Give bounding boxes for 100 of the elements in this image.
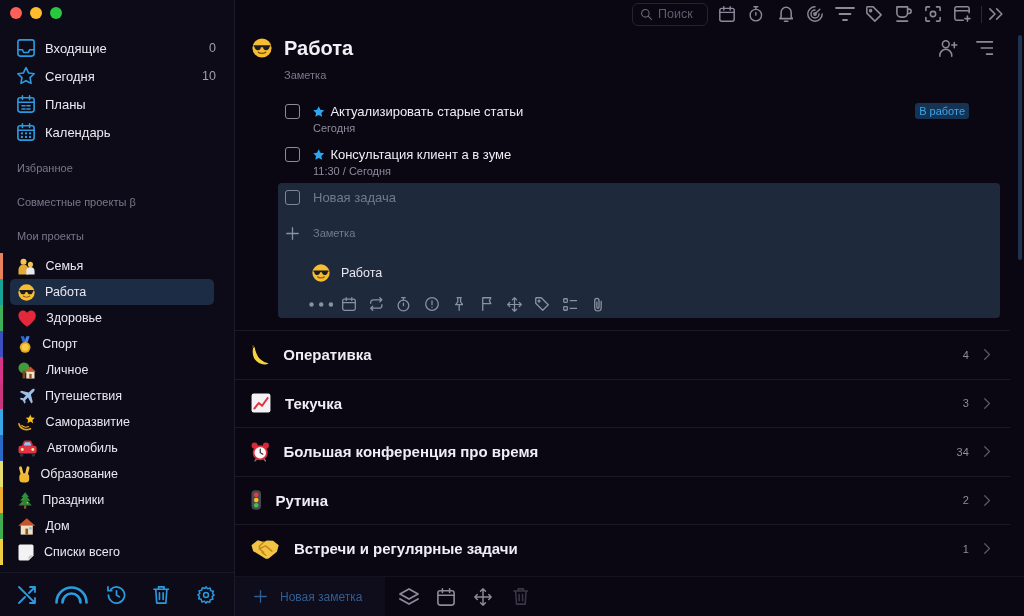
checkbox[interactable] [285,103,300,119]
bell-icon[interactable] [778,6,793,22]
inbox-icon [17,39,35,57]
plus-icon[interactable] [286,226,299,240]
history-icon[interactable] [107,585,126,604]
chevron-right-icon [983,543,990,555]
calendar-icon[interactable] [436,587,455,606]
victory-hand-icon [18,465,31,483]
sidebar-item[interactable]: Календарь [10,118,222,146]
filter-icon[interactable] [834,6,855,22]
scan-icon[interactable] [925,6,942,22]
chevron-right-icon [983,349,990,361]
sidebar-item[interactable]: Сегодня 10 [10,62,222,90]
sort-icon[interactable] [975,41,993,55]
calendar-icon [17,95,35,113]
item-count: 34 [956,445,969,458]
item-count: 3 [962,397,969,410]
double-chevron-icon[interactable] [989,8,1004,20]
project-item[interactable]: Списки всего [10,539,214,565]
section-heading: Совместные проекты β [17,196,136,208]
chevron-right-icon [983,397,990,409]
note-field[interactable]: Заметка [284,67,544,83]
heart-icon [18,309,37,327]
house-icon [18,517,36,535]
exclamation-circle-icon[interactable] [424,297,439,311]
task-date: 11:30 / Сегодня [313,164,392,178]
project-item[interactable]: Дом [10,513,214,539]
zoom-button[interactable] [50,7,62,19]
airplane-icon [18,387,35,405]
traffic-light-icon [251,490,262,511]
project-item[interactable]: Здоровье [10,305,214,331]
section-row[interactable]: Оперативка 4 [235,330,1010,379]
project-title: Работа [284,36,354,61]
sunglasses-face-icon [18,283,35,301]
radar-icon[interactable] [807,6,824,22]
plus-icon [254,590,267,603]
pin-icon[interactable] [455,297,464,311]
move-icon[interactable] [474,587,493,606]
ellipsis-icon[interactable] [308,301,334,307]
item-count: 0 [209,41,216,55]
search-field[interactable]: Поиск [632,2,708,26]
project-item[interactable]: Саморазвитие [10,409,214,435]
flag-icon[interactable] [481,297,493,311]
settings-icon[interactable] [196,585,215,604]
tag-icon[interactable] [535,297,550,311]
arcs-icon[interactable] [55,585,89,604]
project-item[interactable]: Праздники [10,487,214,513]
scrollbar[interactable] [1018,35,1022,260]
stopwatch-icon[interactable] [397,296,411,312]
sidebar-item[interactable]: Входящие 0 [10,34,222,62]
add-person-icon[interactable] [938,39,958,57]
trash-icon[interactable] [152,585,170,604]
project-item[interactable]: Работа [10,279,214,305]
section-row[interactable]: Большая конференция про время 34 [235,427,1010,476]
shuffle-icon[interactable] [18,585,37,604]
item-count: 4 [962,348,969,361]
chevron-right-icon [983,494,990,506]
item-count: 2 [962,494,969,507]
medal-icon [18,335,33,353]
note-field[interactable]: Заметка [313,227,990,239]
christmas-tree-icon [18,491,33,509]
project-item[interactable]: Личное [10,357,214,383]
add-window-icon[interactable] [954,6,972,22]
calendar-icon[interactable] [341,297,356,311]
paperclip-icon[interactable] [593,296,602,312]
chart-icon [251,393,271,414]
stopwatch-icon[interactable] [749,6,764,22]
section-heading: Избранное [17,162,73,174]
chevron-right-icon [983,446,990,458]
star-swirl-icon [18,413,36,431]
section-row[interactable]: Текучка 3 [235,378,1010,427]
project-item[interactable]: Образование [10,461,214,487]
project-item[interactable]: Семья [10,253,214,279]
layers-icon[interactable] [398,588,419,605]
house-with-tree-icon [18,361,36,379]
cup-icon[interactable] [895,6,912,22]
item-count: 10 [202,69,216,83]
checkbox[interactable] [285,189,300,205]
search-icon [641,8,652,20]
project-item[interactable]: Спорт [10,331,214,357]
banana-icon [251,344,270,365]
project-item[interactable]: Путешествия [10,383,214,409]
calendar-icon [17,123,35,141]
task-date: Сегодня [313,121,356,135]
repeat-icon[interactable] [369,297,383,311]
tag-icon[interactable] [866,6,883,22]
close-button[interactable] [10,7,22,19]
people-icon [18,257,36,275]
project-selector[interactable]: Работа [312,264,383,282]
project-item[interactable]: Автомобиль [10,435,214,461]
sidebar-item[interactable]: Планы [10,90,222,118]
calendar-icon[interactable] [718,6,735,22]
section-row[interactable]: Встречи и регулярные задачи 1 [235,524,1010,572]
minimize-button[interactable] [30,7,42,19]
checklist-icon[interactable] [562,297,578,311]
checkbox[interactable] [285,146,300,162]
move-icon[interactable] [507,296,523,312]
section-row[interactable]: Рутина 2 [235,475,1010,524]
sunglasses-face-icon [312,264,330,282]
task-title-field[interactable]: Новая задача [313,189,990,205]
